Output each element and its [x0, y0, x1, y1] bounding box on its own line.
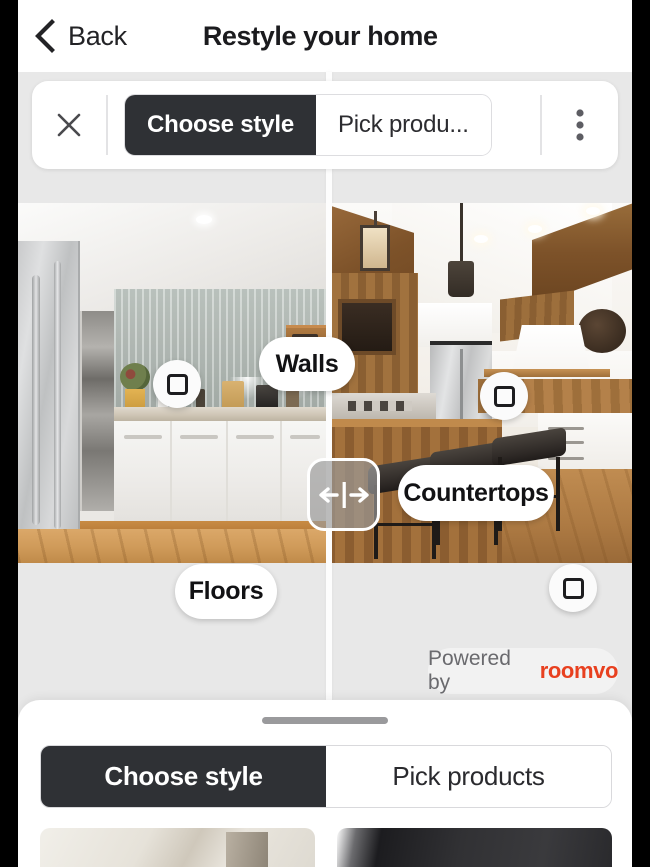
back-label: Back	[68, 20, 127, 51]
page-title: Restyle your home	[202, 20, 438, 51]
pill-walls[interactable]: Walls	[259, 337, 355, 391]
lantern-light	[360, 211, 390, 273]
recessed-light	[474, 235, 488, 243]
style-thumbnail-dark[interactable]	[337, 828, 612, 867]
base-cabinets	[114, 421, 326, 529]
refrigerator	[18, 241, 80, 563]
toolbar-right-group	[540, 81, 618, 169]
square-outline-icon	[562, 577, 584, 599]
left-right-arrows-icon	[318, 481, 369, 508]
plant-vase	[120, 363, 150, 411]
countertop	[114, 407, 326, 421]
wall-ovens	[80, 311, 114, 511]
walls-marker[interactable]	[153, 360, 201, 408]
roomvo-brand: roomvo	[539, 658, 619, 683]
device-frame: Back Restyle your home Walls Countertops…	[0, 0, 650, 867]
powered-by-badge: Powered by roomvo	[428, 647, 619, 694]
more-vertical-icon	[576, 109, 584, 141]
app-header: Back Restyle your home	[18, 0, 632, 72]
split-drag-handle[interactable]	[307, 458, 380, 531]
sheet-tab-choose-style[interactable]: Choose style	[41, 746, 326, 807]
range-cooktop	[332, 393, 436, 419]
style-thumbnail-light[interactable]	[40, 828, 315, 867]
toolbar-tab-choose-style[interactable]: Choose style	[125, 95, 316, 155]
app-viewport: Back Restyle your home Walls Countertops…	[18, 0, 632, 867]
visualizer-toolbar: Choose style Pick produ...	[32, 81, 618, 169]
more-options-button[interactable]	[542, 81, 618, 169]
pill-countertops[interactable]: Countertops	[398, 465, 554, 521]
pendant-light	[448, 203, 474, 299]
powered-by-label: Powered by	[428, 647, 511, 694]
upper-right-marker[interactable]	[480, 372, 528, 420]
style-thumbnail-row	[40, 828, 612, 867]
close-button[interactable]	[32, 81, 106, 169]
back-button[interactable]: Back	[32, 19, 127, 53]
cutting-board	[222, 381, 244, 409]
wood-floor	[18, 529, 326, 563]
sheet-tab-pick-products[interactable]: Pick products	[326, 746, 611, 807]
visualizer-body: Walls Countertops Floors Powered by room…	[18, 72, 632, 867]
recessed-light	[586, 207, 600, 215]
sheet-tab-group: Choose style Pick products	[40, 745, 612, 808]
square-outline-icon	[166, 373, 188, 395]
round-wall-art	[578, 309, 626, 353]
toolbar-tab-pick-products[interactable]: Pick produ...	[315, 95, 491, 155]
pill-floors[interactable]: Floors	[175, 564, 277, 619]
floor-marker[interactable]	[549, 564, 597, 612]
toolbar-divider-left	[106, 95, 108, 155]
sheet-grabber-handle[interactable]	[262, 717, 388, 724]
square-outline-icon	[493, 385, 515, 407]
close-icon	[57, 113, 81, 137]
chevron-left-icon	[35, 19, 55, 53]
recessed-light	[528, 225, 542, 233]
bottom-sheet: Choose style Pick products	[18, 700, 632, 867]
toolbar-segmented-control: Choose style Pick produ...	[124, 94, 492, 156]
